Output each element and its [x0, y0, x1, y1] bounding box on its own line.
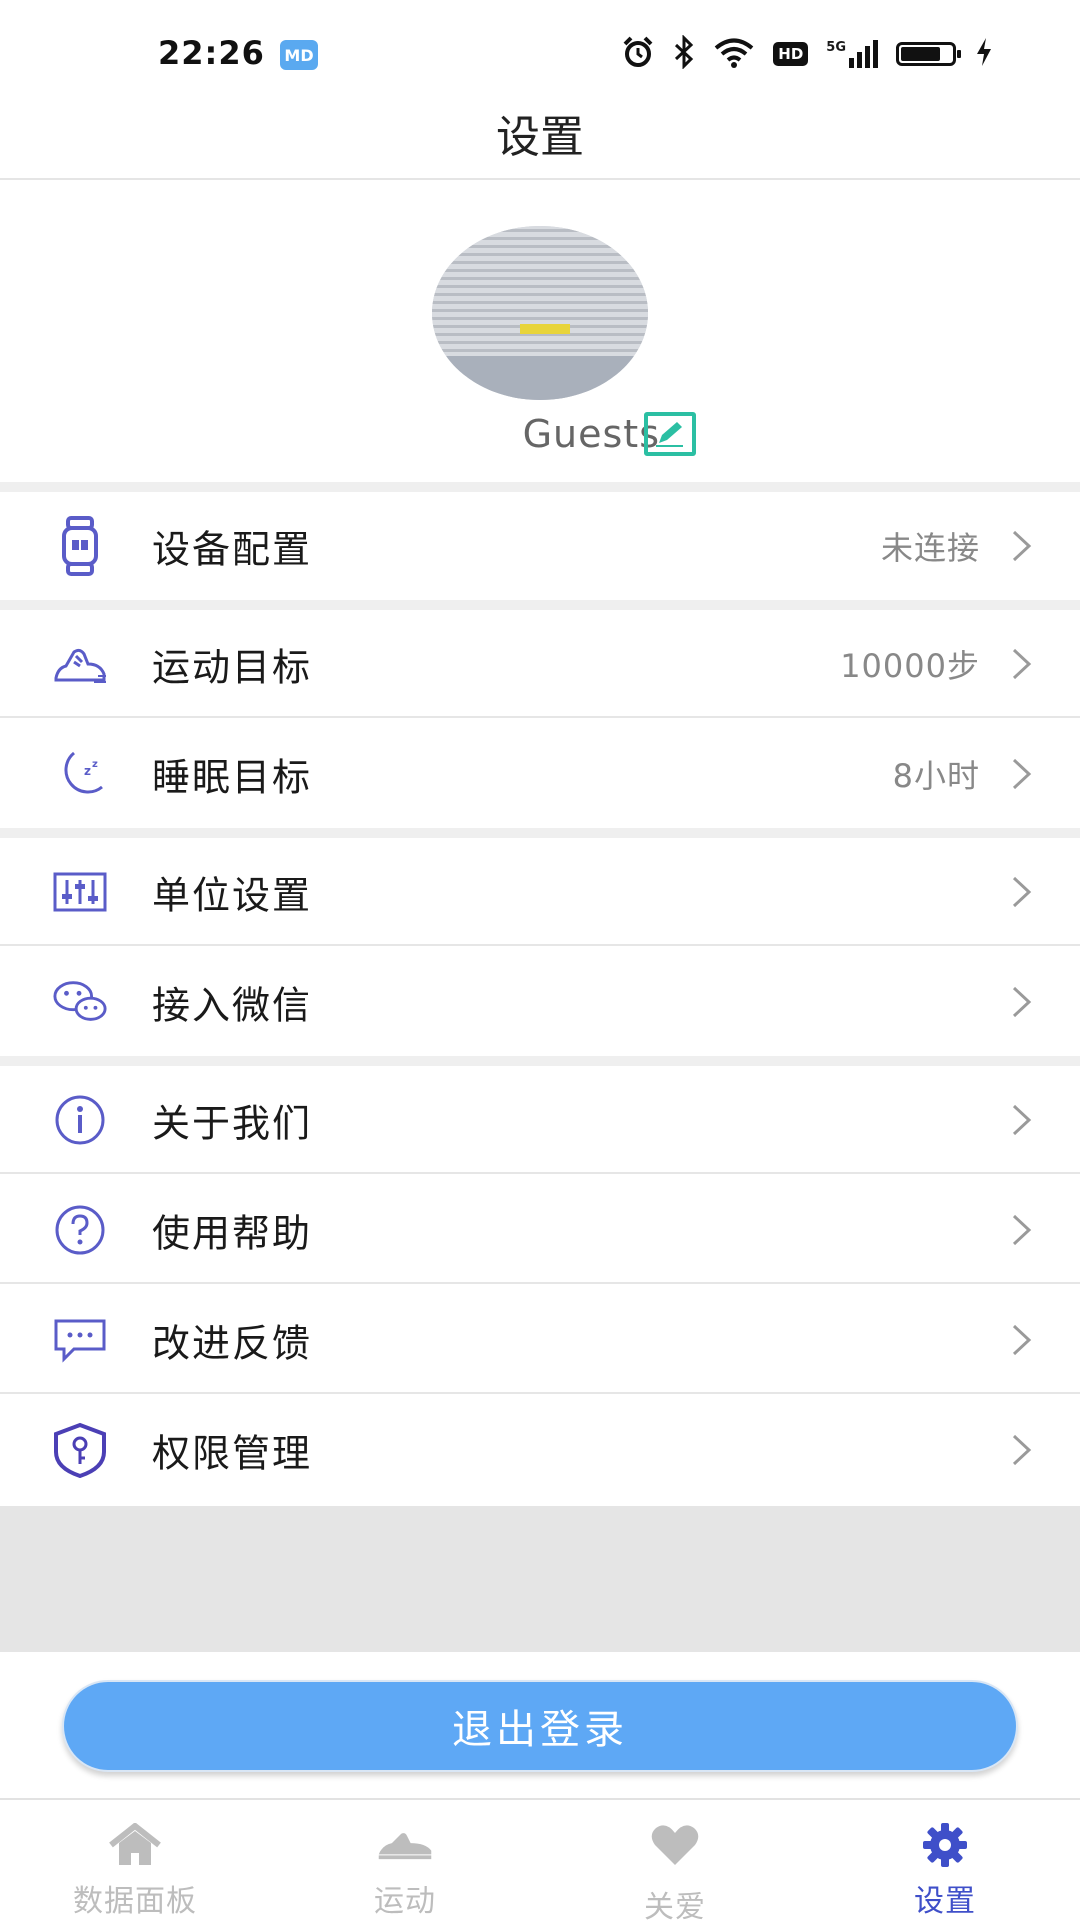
settings-item-permissions[interactable]: 权限管理 — [0, 1396, 1080, 1504]
settings-item-exercise-goal[interactable]: 运动目标 10000步 — [0, 610, 1080, 718]
battery-icon — [896, 42, 961, 66]
tab-settings[interactable]: 设置 — [810, 1800, 1080, 1920]
tab-label: 运动 — [374, 1884, 436, 1919]
chevron-right-icon — [1010, 646, 1034, 682]
status-bar: 22:26 MD HD 5G — [0, 0, 1080, 100]
tab-dashboard[interactable]: 数据面板 — [0, 1800, 270, 1920]
status-icons: HD 5G — [621, 34, 994, 73]
settings-item-value: 8小时 — [892, 757, 980, 795]
settings-item-wechat[interactable]: 接入微信 — [0, 948, 1080, 1056]
settings-item-units[interactable]: 单位设置 — [0, 838, 1080, 946]
chevron-right-icon — [1010, 1212, 1034, 1248]
settings-item-feedback[interactable]: 改进反馈 — [0, 1286, 1080, 1394]
home-icon — [105, 1820, 165, 1870]
bluetooth-icon — [673, 34, 695, 73]
alarm-icon — [621, 35, 655, 73]
settings-item-label: 睡眠目标 — [152, 755, 313, 800]
chevron-right-icon — [1010, 756, 1034, 792]
settings-item-label: 改进反馈 — [152, 1321, 313, 1366]
settings-item-label: 使用帮助 — [152, 1211, 313, 1256]
title-bar: 设置 — [0, 88, 1080, 180]
chevron-right-icon — [1010, 1322, 1034, 1358]
settings-item-label: 关于我们 — [152, 1101, 313, 1146]
section-divider — [0, 482, 1080, 492]
charging-icon — [974, 36, 994, 72]
settings-item-label: 设备配置 — [152, 527, 313, 572]
tab-care[interactable]: 关爱 — [540, 1800, 810, 1920]
settings-item-value: 未连接 — [880, 529, 980, 567]
shield-key-icon — [52, 1422, 108, 1478]
svg-text:z: z — [92, 759, 98, 770]
section-divider — [0, 1056, 1080, 1066]
chevron-right-icon — [1010, 984, 1034, 1020]
help-icon — [52, 1202, 108, 1258]
app-notification-badge: MD — [280, 40, 318, 70]
wechat-icon — [52, 974, 108, 1030]
chevron-right-icon — [1010, 1102, 1034, 1138]
moon-sleep-icon: zz — [52, 746, 108, 802]
heart-icon — [645, 1820, 705, 1870]
username: Guests — [522, 412, 660, 456]
profile-section: Guests — [0, 180, 1080, 482]
section-divider — [0, 828, 1080, 838]
tab-exercise[interactable]: 运动 — [270, 1800, 540, 1920]
sliders-icon — [52, 864, 108, 920]
gear-icon — [915, 1820, 975, 1870]
info-icon — [52, 1092, 108, 1148]
settings-item-label: 权限管理 — [152, 1431, 313, 1476]
settings-item-sleep-goal[interactable]: zz 睡眠目标 8小时 — [0, 720, 1080, 828]
settings-item-about[interactable]: 关于我们 — [0, 1066, 1080, 1174]
settings-item-label: 接入微信 — [152, 983, 313, 1028]
tab-label: 数据面板 — [73, 1884, 197, 1919]
chevron-right-icon — [1010, 528, 1034, 564]
status-time: 22:26 — [158, 34, 265, 72]
chevron-right-icon — [1010, 1432, 1034, 1468]
logout-button[interactable]: 退出登录 — [62, 1680, 1018, 1772]
edit-profile-icon[interactable] — [644, 412, 696, 456]
page-title: 设置 — [496, 112, 584, 163]
settings-item-device-config[interactable]: 设备配置 未连接 — [0, 492, 1080, 600]
settings-item-value: 10000步 — [840, 647, 980, 685]
shoe-icon — [375, 1820, 435, 1870]
watch-icon — [52, 516, 108, 576]
empty-area — [0, 1506, 1080, 1652]
signal-icon: 5G — [826, 40, 878, 68]
bottom-tab-bar: 数据面板 运动 关爱 设置 — [0, 1798, 1080, 1920]
section-divider — [0, 600, 1080, 610]
settings-item-help[interactable]: 使用帮助 — [0, 1176, 1080, 1284]
tab-label: 设置 — [914, 1884, 976, 1919]
running-shoe-icon — [52, 636, 108, 692]
hd-badge: HD — [773, 42, 809, 66]
chevron-right-icon — [1010, 874, 1034, 910]
tab-label: 关爱 — [644, 1890, 706, 1920]
wifi-icon — [713, 36, 755, 72]
network-type-label: 5G — [826, 40, 846, 55]
settings-item-label: 运动目标 — [152, 645, 313, 690]
avatar[interactable] — [432, 226, 648, 400]
settings-item-label: 单位设置 — [152, 873, 313, 918]
feedback-icon — [52, 1312, 108, 1368]
svg-text:z: z — [84, 764, 91, 778]
